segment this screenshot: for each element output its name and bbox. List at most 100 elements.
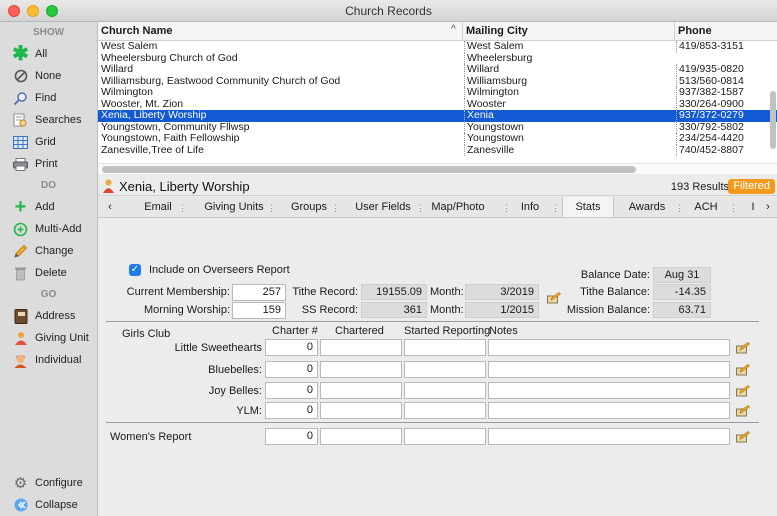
sidebar-item-individual[interactable]: Individual <box>0 349 97 371</box>
started-reporting-field[interactable] <box>404 428 486 445</box>
column-divider[interactable] <box>462 22 463 41</box>
address-book-icon <box>13 308 28 324</box>
chartered-field[interactable] <box>320 428 402 445</box>
sidebar-item-delete[interactable]: Delete <box>0 262 97 284</box>
sort-ascending-icon: ^ <box>451 24 456 35</box>
notes-field[interactable] <box>488 382 730 399</box>
table-row[interactable]: Youngstown, Faith Fellowship Youngstown 23… <box>98 132 777 145</box>
cell-phone: 419/935-0820 <box>676 63 744 76</box>
cell-church-name: Zanesville,Tree of Life <box>101 143 204 156</box>
cell-mailing-city: Xenia <box>464 109 494 122</box>
sidebar-item-multi-add[interactable]: Multi-Add <box>0 218 97 240</box>
morning-worship-field[interactable]: 159 <box>232 302 286 319</box>
notes-field[interactable] <box>488 402 730 419</box>
sidebar-item-none[interactable]: None <box>0 65 97 87</box>
tab-stats[interactable]: Stats <box>562 197 614 217</box>
sidebar-item-label: Configure <box>35 477 83 489</box>
chartered-field[interactable] <box>320 402 402 419</box>
window-title: Church Records <box>345 4 432 18</box>
record-header: Xenia, Liberty Worship 193 Results Filte… <box>98 176 777 196</box>
table-row-selected[interactable]: Xenia, Liberty Worship Xenia 937/372-0279 <box>98 109 777 122</box>
sidebar-item-add[interactable]: + Add <box>0 196 97 218</box>
table-row[interactable]: West Salem West Salem 419/853-3151 <box>98 41 777 53</box>
chartered-field[interactable] <box>320 339 402 356</box>
sidebar-item-find[interactable]: Find <box>0 87 97 109</box>
column-divider[interactable] <box>674 22 675 41</box>
table-row[interactable]: Wheelersburg Church of God Wheelersburg <box>98 52 777 64</box>
tab-info[interactable]: Info <box>513 197 547 217</box>
tithe-month-value: 3/2019 <box>465 284 539 300</box>
started-reporting-field[interactable] <box>404 402 486 419</box>
edit-row-icon[interactable] <box>736 385 750 397</box>
charter-number-field[interactable]: 0 <box>265 428 318 445</box>
table-row[interactable]: Zanesville,Tree of Life Zanesville 740/452… <box>98 143 777 156</box>
column-header-mailing-city[interactable]: Mailing City <box>466 25 528 37</box>
printer-icon <box>13 157 28 172</box>
tab-groups[interactable]: Groups <box>283 197 335 217</box>
chartered-field[interactable] <box>320 361 402 378</box>
tab-scroll-left-button[interactable]: ‹ <box>102 197 118 217</box>
current-membership-field[interactable]: 257 <box>232 284 286 301</box>
started-reporting-field[interactable] <box>404 382 486 399</box>
sidebar-item-giving-unit[interactable]: Giving Unit <box>0 327 97 349</box>
table-row[interactable]: Wilmington Wilmington 937/382-1587 <box>98 86 777 99</box>
column-header-charter: Charter # <box>272 325 318 337</box>
chartered-field[interactable] <box>320 382 402 399</box>
edit-row-icon[interactable] <box>736 431 750 443</box>
sidebar-item-searches[interactable]: Searches <box>0 109 97 131</box>
pencil-icon <box>13 244 28 259</box>
ss-month-value: 1/2015 <box>465 302 539 318</box>
sidebar-item-configure[interactable]: ⚙ Configure <box>0 472 98 494</box>
column-header-church-name[interactable]: Church Name <box>101 25 173 37</box>
charter-number-field[interactable]: 0 <box>265 382 318 399</box>
notes-field[interactable] <box>488 339 730 356</box>
asterisk-icon: ✱ <box>12 43 29 65</box>
started-reporting-field[interactable] <box>404 361 486 378</box>
filtered-badge[interactable]: Filtered <box>728 179 775 194</box>
tab-map-photo[interactable]: Map/Photo <box>423 197 493 217</box>
edit-row-icon[interactable] <box>736 342 750 354</box>
charter-number-field[interactable]: 0 <box>265 402 318 419</box>
column-header-started-reporting: Started Reporting <box>404 325 491 337</box>
tab-scroll-right-button[interactable]: › <box>761 197 775 217</box>
notes-field[interactable] <box>488 361 730 378</box>
morning-worship-label: Morning Worship: <box>144 304 230 316</box>
cell-mailing-city: Willard <box>464 63 499 76</box>
sidebar-item-change[interactable]: Change <box>0 240 97 262</box>
column-header-phone[interactable]: Phone <box>678 25 712 37</box>
sidebar-item-grid[interactable]: Grid <box>0 131 97 153</box>
horizontal-scrollbar[interactable] <box>98 163 777 174</box>
charter-number-field[interactable]: 0 <box>265 339 318 356</box>
table-row[interactable]: Willard Willard 419/935-0820 <box>98 63 777 76</box>
notes-field[interactable] <box>488 428 730 445</box>
cell-phone: 937/372-0279 <box>676 109 744 122</box>
sidebar-item-all[interactable]: ✱ All <box>0 43 97 65</box>
sidebar-heading-show: SHOW <box>32 27 65 38</box>
tab-separator: ⋮ <box>267 203 276 213</box>
started-reporting-field[interactable] <box>404 339 486 356</box>
sidebar-item-label: Add <box>35 201 55 213</box>
sidebar-item-print[interactable]: Print <box>0 153 97 175</box>
tab-giving-units[interactable]: Giving Units <box>198 197 270 217</box>
selected-record-name: Xenia, Liberty Worship <box>119 179 250 194</box>
sidebar-item-collapse[interactable]: Collapse <box>0 494 98 516</box>
tab-email[interactable]: Email <box>134 197 182 217</box>
table-row[interactable]: Williamsburg, Eastwood Community Church … <box>98 75 777 87</box>
cell-phone: 937/382-1587 <box>676 86 744 99</box>
edit-row-icon[interactable] <box>736 405 750 417</box>
sidebar-heading-do: DO <box>41 180 56 191</box>
list-header: Church Name ^ Mailing City Phone <box>98 22 777 41</box>
edit-row-icon[interactable] <box>736 364 750 376</box>
church-list[interactable]: West Salem West Salem 419/853-3151 Wheeler… <box>98 41 777 163</box>
tab-user-fields[interactable]: User Fields <box>346 197 420 217</box>
girls-club-row-label: Little Sweethearts <box>174 342 262 354</box>
trash-icon <box>13 266 28 281</box>
horizontal-scroll-thumb[interactable] <box>102 166 636 173</box>
tab-ach[interactable]: ACH <box>688 197 724 217</box>
tab-awards[interactable]: Awards <box>622 197 672 217</box>
include-overseers-checkbox[interactable]: ✓ <box>129 264 141 276</box>
vertical-scrollbar[interactable] <box>770 91 776 149</box>
sidebar-item-address[interactable]: Address <box>0 305 97 327</box>
charter-number-field[interactable]: 0 <box>265 361 318 378</box>
tab-overflow[interactable]: I <box>748 197 758 217</box>
